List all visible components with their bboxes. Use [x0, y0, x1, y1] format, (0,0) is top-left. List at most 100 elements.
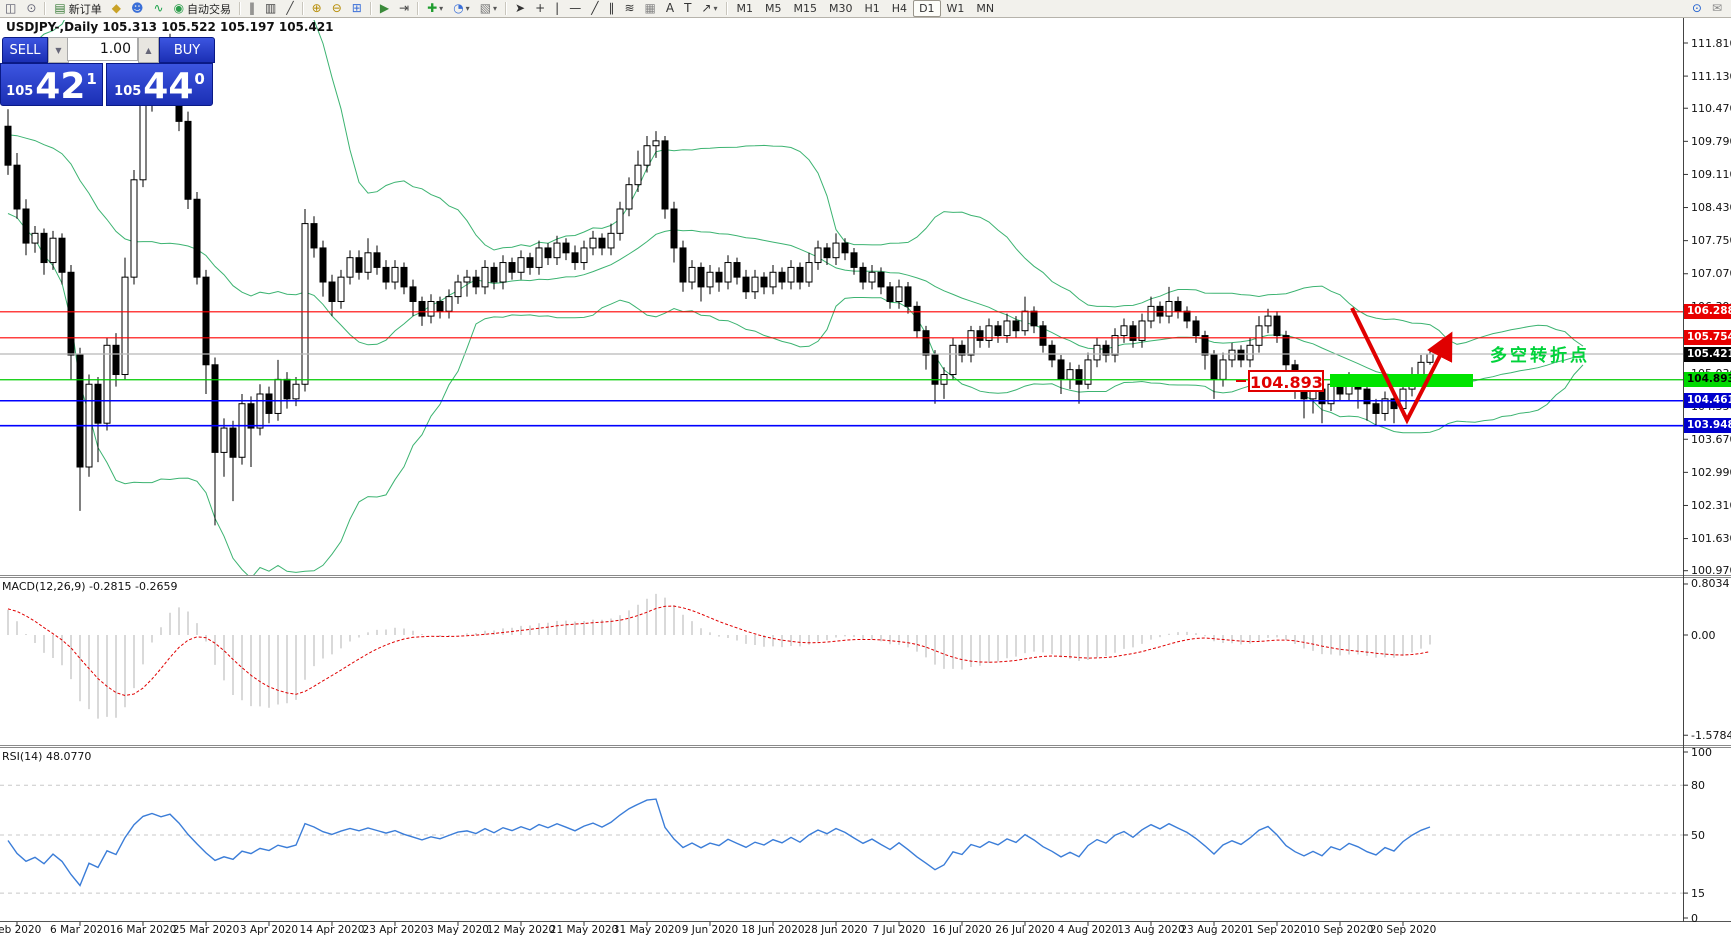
candle	[913, 305, 921, 332]
candle	[850, 252, 858, 268]
level-label[interactable]: 104.893	[1248, 370, 1324, 392]
candle	[580, 247, 588, 264]
date-label: 1 Sep 2020	[1247, 924, 1307, 936]
candle	[886, 286, 894, 302]
candle	[1075, 369, 1083, 385]
candle	[1237, 349, 1245, 361]
date-label: 23 Aug 2020	[1180, 924, 1248, 936]
candle	[706, 271, 714, 288]
candle	[400, 266, 408, 288]
candle	[202, 276, 210, 366]
price-tick: 109.790	[1691, 134, 1731, 148]
candle	[949, 344, 957, 376]
candle	[445, 296, 453, 312]
volume-input[interactable]: 1.00	[67, 37, 138, 61]
candle	[382, 266, 390, 283]
candle	[517, 257, 525, 273]
candle	[22, 208, 30, 244]
buy-button[interactable]: BUY	[159, 37, 215, 63]
chart-canvas[interactable]	[0, 0, 1731, 936]
macd-tick: -1.5784	[1691, 728, 1731, 742]
candle	[1066, 369, 1074, 380]
candle	[67, 271, 75, 356]
candle	[310, 223, 318, 249]
candle	[841, 242, 849, 254]
candle	[634, 164, 642, 186]
candle	[1039, 325, 1047, 346]
candle	[454, 281, 462, 298]
candle	[805, 262, 813, 283]
price-tick: 110.470	[1691, 101, 1731, 115]
mt-chart-window: ◫ ⊙ ▤ 新订单 ◆ ☻ ∿ ◉ 自动交易 ‖ ▥ ╱ ⊕ ⊖ ⊞ ▶ ⇥ ✚ ▾ ◔ ▾ ▧ ▾ ➤ + | — ╱ ∥ ≋ ▦ A T ↗ ▾…	[0, 0, 1731, 936]
candle	[544, 247, 552, 259]
date-label: 20 Sep 2020	[1369, 924, 1437, 936]
date-label: 16 Jul 2020	[932, 924, 992, 936]
candle	[1012, 320, 1020, 332]
candle	[598, 237, 606, 249]
annotation-note[interactable]: 多空转折点	[1490, 341, 1590, 366]
price-tick: 101.630	[1691, 532, 1731, 546]
candle	[1084, 359, 1092, 385]
candle	[976, 330, 984, 341]
candle	[139, 101, 147, 181]
candle	[616, 208, 624, 234]
candle	[346, 257, 354, 278]
candle	[832, 242, 840, 259]
candle	[13, 164, 21, 210]
candle	[292, 383, 300, 400]
candle	[1120, 325, 1128, 337]
candle	[535, 247, 543, 268]
candle	[1003, 320, 1011, 337]
candle	[463, 276, 471, 283]
date-label: 7 Jul 2020	[872, 924, 926, 936]
candle	[283, 378, 291, 400]
rsi-tick: 100	[1691, 745, 1712, 759]
candle	[1219, 359, 1227, 380]
chart-title: USDJPY-,Daily 105.313 105.522 105.197 10…	[6, 20, 334, 34]
candle	[481, 266, 489, 288]
date-label: 10 Sep 2020	[1306, 924, 1374, 936]
candle	[1417, 361, 1425, 376]
candle	[391, 266, 399, 283]
candle	[418, 300, 426, 317]
candle	[94, 383, 102, 424]
candle	[364, 252, 372, 273]
candle	[607, 232, 615, 249]
date-label: 25 Mar 2020	[172, 924, 240, 936]
candle	[436, 300, 444, 312]
volume-up-button[interactable]: ▲	[138, 37, 159, 63]
highlight-rectangle[interactable]	[1330, 374, 1473, 387]
date-label: 21 May 2020	[549, 924, 619, 936]
candle	[589, 237, 597, 249]
candle	[193, 198, 201, 278]
price-tick: 107.750	[1691, 234, 1731, 248]
candle	[220, 427, 228, 453]
date-label: 28 Jun 2020	[804, 924, 868, 936]
sell-price-panel[interactable]: 105 42 1	[0, 63, 103, 106]
candle	[787, 266, 795, 283]
buy-price-panel[interactable]: 105 44 0	[106, 63, 213, 106]
candle	[1183, 310, 1191, 322]
sell-button[interactable]: SELL	[2, 37, 48, 63]
price-tick: 102.310	[1691, 498, 1731, 512]
buy-price-big: 44	[143, 66, 194, 107]
candle	[301, 223, 309, 385]
candle	[904, 286, 912, 307]
level-label-dash	[1236, 380, 1246, 382]
candle	[49, 237, 57, 264]
candle	[778, 271, 786, 283]
candle	[868, 271, 876, 283]
candle	[724, 262, 732, 283]
candle	[742, 276, 750, 293]
volume-down-button[interactable]: ▼	[48, 37, 69, 63]
one-click-trading-widget: SELL ▼ 1.00 ▲ BUY 105 42 1 105 44 0	[0, 36, 215, 106]
date-label: 4 Aug 2020	[1057, 924, 1119, 936]
buy-price-pip: 0	[194, 70, 205, 88]
candle	[256, 393, 264, 429]
candle	[796, 266, 804, 283]
price-tick: 108.430	[1691, 201, 1731, 215]
date-label: Feb 2020	[0, 924, 42, 936]
candle	[1030, 310, 1038, 327]
rsi-tick: 80	[1691, 778, 1705, 792]
candle	[688, 266, 696, 283]
